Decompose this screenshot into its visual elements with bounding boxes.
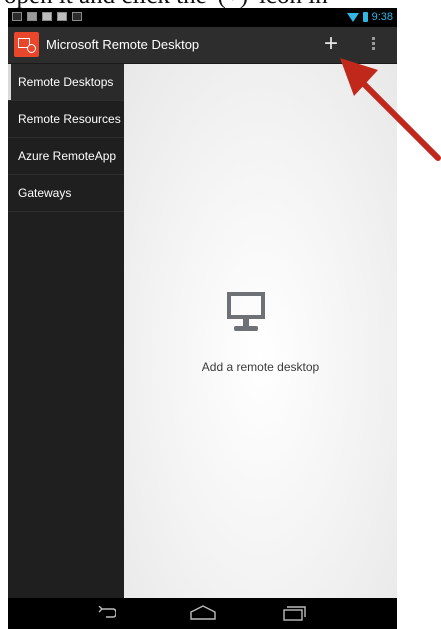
sidebar-item-remote-desktops[interactable]: Remote Desktops: [8, 64, 124, 101]
sidebar-item-label: Remote Desktops: [18, 75, 114, 89]
empty-state-label[interactable]: Add a remote desktop: [124, 360, 397, 374]
monitor-icon[interactable]: [227, 292, 265, 334]
notification-icons: [12, 12, 82, 23]
check-notification-icon: [57, 12, 67, 21]
sidebar-item-label: Gateways: [18, 186, 72, 200]
sidebar-item-azure-remoteapp[interactable]: Azure RemoteApp: [8, 138, 124, 175]
sidebar-item-label: Azure RemoteApp: [18, 149, 117, 163]
app-icon-badge: [27, 44, 36, 53]
status-clock: 9:38: [371, 11, 393, 23]
calendar-notification-icon: [72, 12, 82, 21]
sidebar-item-remote-resources[interactable]: Remote Resources: [8, 101, 124, 138]
mail-notification-icon: [27, 12, 37, 21]
back-icon[interactable]: [96, 606, 116, 620]
app-title: Microsoft Remote Desktop: [46, 37, 200, 52]
tutorial-caption: open it and click the '(+)' icon in: [0, 0, 441, 8]
status-indicators: 9:38: [346, 10, 393, 24]
remote-desktop-app-icon[interactable]: [14, 32, 39, 57]
recents-icon[interactable]: [282, 605, 306, 621]
battery-icon: [362, 12, 368, 22]
image-notification-icon: [12, 12, 22, 21]
sidebar: Remote Desktops Remote Resources Azure R…: [8, 64, 124, 598]
home-icon[interactable]: [188, 605, 218, 621]
wifi-icon: [346, 12, 359, 22]
sidebar-item-gateways[interactable]: Gateways: [8, 175, 124, 212]
red-arrow-icon: [340, 58, 441, 161]
caption-text: open it and click the '(+)' icon in: [4, 0, 440, 8]
status-bar: 9:38: [8, 8, 397, 27]
system-nav-bar: [8, 598, 397, 629]
sidebar-item-label: Remote Resources: [18, 112, 121, 126]
check-notification-icon: [42, 12, 52, 21]
